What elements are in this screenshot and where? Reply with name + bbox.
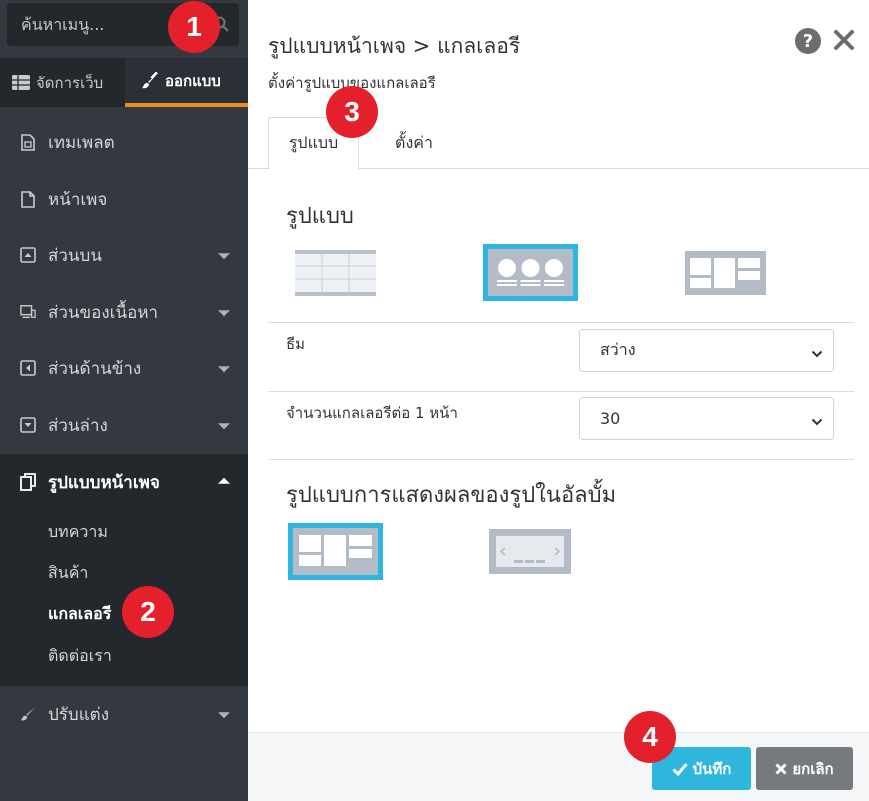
chevron-down-icon [218, 310, 230, 317]
layout-option-masonry[interactable] [685, 251, 766, 295]
arrow-up-box-icon [20, 246, 36, 264]
callout-badge-3: 3 [326, 86, 378, 138]
sidebar-item-footer[interactable]: ส่วนล่าง [0, 397, 248, 453]
theme-label: ธีม [286, 335, 306, 353]
theme-select[interactable]: สว่าง [579, 329, 834, 372]
layout-option-table[interactable] [295, 250, 376, 296]
sidebar: จัดการเว็บ ออกแบบ เทมเพลต หน้าเพจ ส่วนบน [0, 0, 248, 801]
copy-icon [20, 473, 36, 491]
sidebar-item-label: ส่วนบน [48, 245, 102, 266]
album-option-slider[interactable] [489, 529, 571, 574]
submenu-item-contact[interactable]: ติดต่อเรา [48, 644, 112, 669]
section-title-layout: รูปแบบ [286, 204, 354, 229]
per-page-select[interactable]: 30 [579, 397, 834, 440]
cancel-button[interactable]: ยกเลิก [756, 747, 853, 790]
tab-manage-label: จัดการเว็บ [36, 73, 104, 92]
chevron-down-icon [218, 423, 230, 430]
sidebar-tabs: จัดการเว็บ ออกแบบ [0, 58, 248, 107]
template-icon [20, 133, 36, 151]
sidebar-item-label: ส่วนด้านข้าง [48, 358, 142, 379]
tab-settings[interactable]: ตั้งค่า [368, 117, 460, 169]
close-icon [775, 762, 787, 775]
sidebar-item-page-layout[interactable]: รูปแบบหน้าเพจ [0, 454, 248, 510]
file-icon [20, 190, 36, 208]
divider [268, 459, 854, 460]
submenu-item-article[interactable]: บทความ [48, 520, 108, 545]
sidebar-item-label: ปรับแต่ง [48, 704, 110, 725]
sidebar-item-label: หน้าเพจ [48, 189, 108, 210]
tab-design-label: ออกแบบ [165, 71, 221, 90]
per-page-label: จำนวนแกลเลอรีต่อ 1 หน้า [286, 404, 458, 422]
chevron-down-icon [218, 366, 230, 373]
cancel-button-label: ยกเลิก [792, 759, 834, 778]
sidebar-item-label: เทมเพลต [48, 132, 115, 153]
help-icon[interactable]: ? [795, 28, 821, 54]
arrow-left-box-icon [20, 359, 36, 377]
save-button-label: บันทึก [692, 759, 732, 778]
sidebar-item-header[interactable]: ส่วนบน [0, 227, 248, 283]
divider [268, 322, 854, 323]
sidebar-item-customize[interactable]: ปรับแต่ง [0, 686, 248, 742]
brush-icon [141, 71, 159, 90]
chevron-down-icon [218, 712, 230, 719]
dialog-title: รูปแบบหน้าเพจ > แกลเลอรี [268, 34, 521, 58]
arrow-down-box-icon [20, 416, 36, 434]
chevron-down-icon [218, 253, 230, 260]
close-icon[interactable] [832, 28, 856, 52]
callout-badge-2: 2 [122, 586, 174, 638]
submenu-item-product[interactable]: สินค้า [48, 561, 88, 586]
brush-icon [20, 705, 36, 723]
sidebar-item-label: รูปแบบหน้าเพจ [48, 472, 160, 493]
submenu-item-gallery[interactable]: แกลเลอรี [48, 602, 111, 627]
theme-select-value: สว่าง [600, 340, 636, 359]
sidebar-item-label: ส่วนล่าง [48, 415, 108, 436]
callout-badge-4: 4 [624, 711, 676, 763]
submenu: บทความ สินค้า แกลเลอรี ติดต่อเรา [0, 510, 248, 686]
sidebar-item-content[interactable]: ส่วนของเนื้อหา [0, 284, 248, 340]
tab-design[interactable]: ออกแบบ [125, 58, 248, 107]
callout-badge-1: 1 [168, 1, 220, 53]
table-icon [12, 75, 30, 90]
check-icon [672, 762, 688, 776]
tab-manage-website[interactable]: จัดการเว็บ [0, 58, 125, 107]
divider [268, 391, 854, 392]
layout-option-circles[interactable] [483, 244, 578, 301]
content-icon [20, 303, 36, 321]
chevron-up-icon [218, 477, 230, 484]
album-option-masonry[interactable] [288, 523, 383, 580]
dialog-footer: บันทึก ยกเลิก [248, 732, 869, 801]
sidebar-item-template[interactable]: เทมเพลต [0, 114, 248, 170]
section-title-album-display: รูปแบบการแสดงผลของรูปในอัลบั้ม [286, 483, 617, 508]
chevron-down-icon [811, 345, 823, 358]
sidebar-item-pages[interactable]: หน้าเพจ [0, 171, 248, 227]
sidebar-item-label: ส่วนของเนื้อหา [48, 302, 159, 323]
chevron-down-icon [811, 413, 823, 426]
sidebar-item-sidebar[interactable]: ส่วนด้านข้าง [0, 340, 248, 396]
per-page-select-value: 30 [600, 409, 621, 428]
